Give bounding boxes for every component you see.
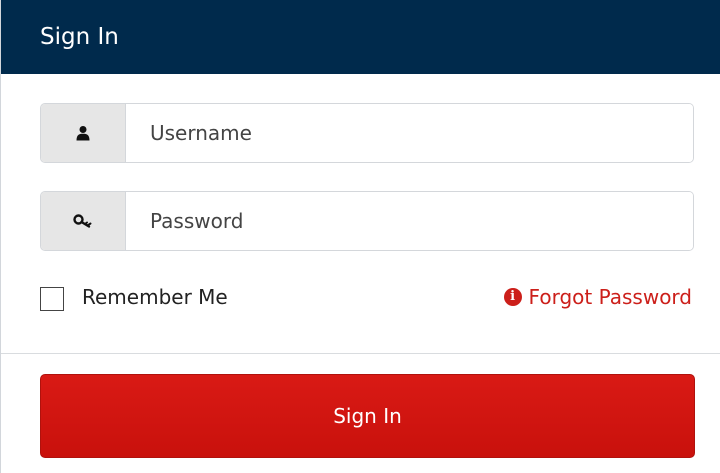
- forgot-password-link[interactable]: i Forgot Password: [503, 283, 692, 311]
- username-field[interactable]: [126, 104, 693, 162]
- info-icon: i: [503, 288, 522, 306]
- panel-header: Sign In: [1, 0, 720, 74]
- sign-in-button[interactable]: Sign In: [40, 374, 695, 458]
- password-addon: [41, 192, 126, 250]
- remember-me[interactable]: Remember Me: [40, 283, 228, 311]
- user-icon: [76, 126, 90, 141]
- password-input-group: [40, 191, 694, 251]
- panel-title: Sign In: [40, 24, 119, 50]
- username-addon: [41, 104, 126, 162]
- remember-me-label: Remember Me: [82, 285, 228, 309]
- forgot-password-label: Forgot Password: [528, 285, 692, 309]
- key-icon: [73, 214, 92, 228]
- sign-in-panel: Sign In Remember Me i Forgot Password: [0, 0, 720, 473]
- password-field[interactable]: [126, 192, 693, 250]
- divider: [1, 353, 720, 354]
- username-input-group: [40, 103, 694, 163]
- remember-me-checkbox[interactable]: [40, 287, 64, 311]
